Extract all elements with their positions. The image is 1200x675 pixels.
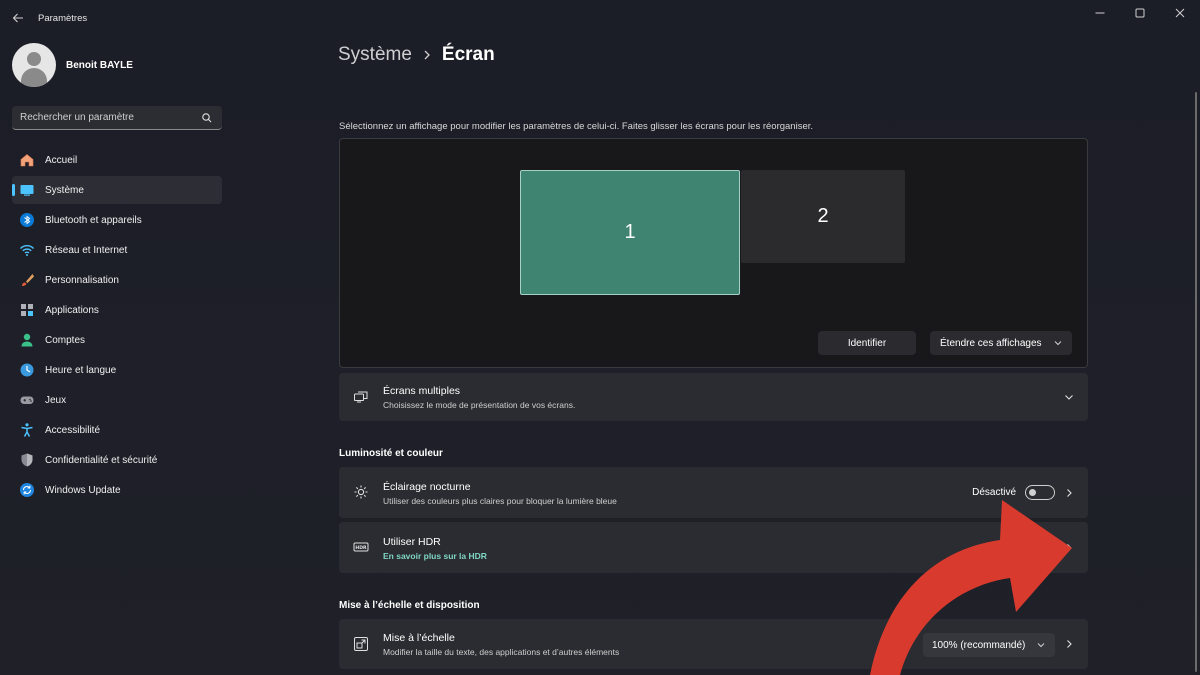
close-button[interactable] <box>1160 0 1200 26</box>
hdr-title: Utiliser HDR <box>383 536 441 548</box>
section-title-brightness: Luminosité et couleur <box>339 448 443 459</box>
maximize-icon <box>1135 8 1145 18</box>
sidebar-item-jeux[interactable]: Jeux <box>12 386 222 414</box>
brush-icon <box>19 272 35 288</box>
hdr-icon: HDR <box>353 539 369 555</box>
minimize-button[interactable] <box>1080 0 1120 26</box>
multiple-displays-title: Écrans multiples <box>383 385 461 397</box>
update-icon <box>19 482 35 498</box>
page-title: Écran <box>441 44 495 65</box>
back-arrow-icon <box>12 13 23 23</box>
sidebar-item-accueil[interactable]: Accueil <box>12 146 222 174</box>
maximize-button[interactable] <box>1120 0 1160 26</box>
sidebar-item-accessibilite[interactable]: Accessibilité <box>12 416 222 444</box>
chevron-down-icon <box>1064 392 1074 402</box>
brightness-icon <box>353 484 369 500</box>
breadcrumb-parent[interactable]: Système <box>338 44 412 66</box>
accessibility-icon <box>19 422 35 438</box>
extend-displays-dropdown[interactable]: Étendre ces affichages <box>930 331 1072 355</box>
sidebar-item-windows-update[interactable]: Windows Update <box>12 476 222 504</box>
night-light-subtitle: Utiliser des couleurs plus claires pour … <box>383 496 617 506</box>
user-name: Benoit BAYLE <box>66 59 133 71</box>
night-light-title: Éclairage nocturne <box>383 481 471 493</box>
globe-icon <box>19 362 35 378</box>
home-icon <box>19 152 35 168</box>
multiple-displays-subtitle: Choisissez le mode de présentation de vo… <box>383 400 576 410</box>
window-controls <box>1080 0 1200 26</box>
display-instruction: Sélectionnez un affichage pour modifier … <box>339 121 814 132</box>
settings-window: Paramètres Benoit BAYLE Ac <box>0 0 1200 675</box>
hdr-learn-more-link[interactable]: En savoir plus sur la HDR <box>383 551 487 561</box>
display-arrangement: 1 2 Identifier Étendre ces affichages <box>339 138 1088 368</box>
close-icon <box>1175 8 1185 18</box>
back-button[interactable] <box>8 8 28 28</box>
user-profile[interactable]: Benoit BAYLE <box>12 43 133 87</box>
bluetooth-icon <box>19 212 35 228</box>
chevron-right-icon <box>422 49 432 61</box>
svg-text:HDR: HDR <box>355 545 367 551</box>
sidebar-item-heure[interactable]: Heure et langue <box>12 356 222 384</box>
sidebar-item-systeme[interactable]: Système <box>12 176 222 204</box>
sidebar-item-confidentialite[interactable]: Confidentialité et sécurité <box>12 446 222 474</box>
breadcrumb: Système Écran <box>338 44 495 66</box>
minimize-icon <box>1095 12 1105 14</box>
chevron-down-icon <box>1054 341 1062 346</box>
multiple-displays-card[interactable]: Écrans multiples Choisissez le mode de p… <box>339 373 1088 421</box>
scale-icon <box>353 636 369 652</box>
app-title: Paramètres <box>38 13 88 24</box>
system-icon <box>19 182 35 198</box>
scale-title: Mise à l’échelle <box>383 632 455 644</box>
title-bar: Paramètres <box>0 0 1200 36</box>
avatar <box>12 43 56 87</box>
search-icon[interactable] <box>201 112 213 124</box>
monitor-1[interactable]: 1 <box>520 170 740 295</box>
sidebar-item-applications[interactable]: Applications <box>12 296 222 324</box>
search-input[interactable] <box>20 112 195 123</box>
sidebar-item-comptes[interactable]: Comptes <box>12 326 222 354</box>
sidebar-item-reseau[interactable]: Réseau et Internet <box>12 236 222 264</box>
wifi-icon <box>19 242 35 258</box>
sidebar-nav: Accueil Système Bluetooth et appareils R… <box>12 146 222 506</box>
search-box <box>12 106 222 130</box>
multiple-displays-icon <box>353 389 369 405</box>
sidebar-item-personnalisation[interactable]: Personnalisation <box>12 266 222 294</box>
scale-subtitle: Modifier la taille du texte, des applica… <box>383 647 620 657</box>
shield-icon <box>19 452 35 468</box>
monitor-2[interactable]: 2 <box>741 170 905 263</box>
sidebar-item-bluetooth[interactable]: Bluetooth et appareils <box>12 206 222 234</box>
identify-button[interactable]: Identifier <box>818 331 916 355</box>
annotation-arrow-icon <box>870 500 1072 675</box>
gamepad-icon <box>19 392 35 408</box>
apps-icon <box>19 302 35 318</box>
account-icon <box>19 332 35 348</box>
section-title-scale: Mise à l’échelle et disposition <box>339 600 480 611</box>
scrollbar[interactable] <box>1195 92 1197 672</box>
